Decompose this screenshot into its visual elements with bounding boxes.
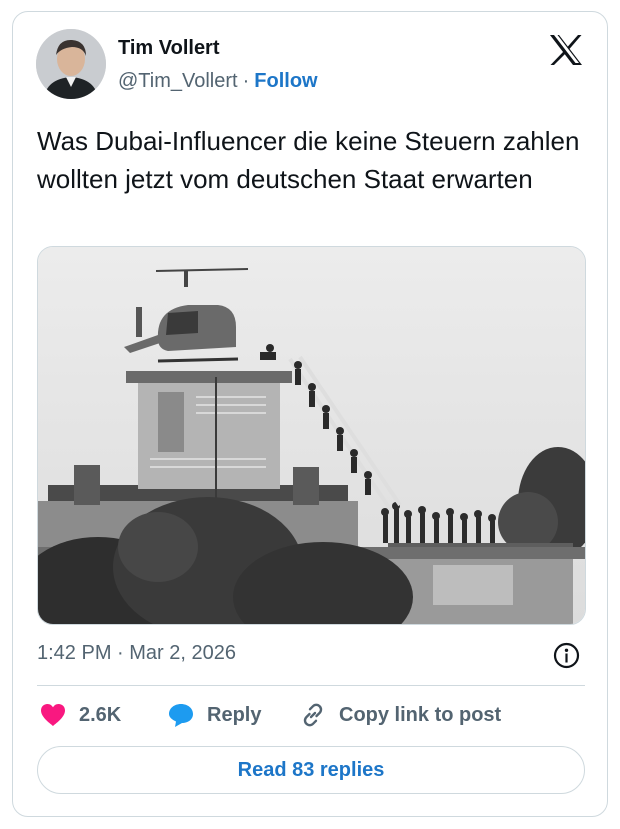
link-icon — [303, 703, 323, 727]
speech-bubble-icon — [169, 704, 193, 727]
tweet-card: Tim Vollert @Tim_Vollert · Follow Was Duba… — [12, 11, 608, 817]
tweet-text: Was Dubai-Influencer die keine Steuern z… — [37, 126, 580, 194]
divider — [37, 685, 585, 686]
heart-icon — [41, 704, 65, 726]
avatar[interactable] — [36, 29, 106, 99]
separator-dot: · — [242, 70, 250, 92]
tweet-photo[interactable] — [37, 246, 586, 625]
like-count: 2.6K — [79, 703, 122, 726]
copy-link-button[interactable]: Copy link to post — [299, 700, 501, 730]
reply-label: Reply — [207, 703, 262, 726]
info-icon[interactable] — [553, 642, 580, 669]
author-name[interactable]: Tim Vollert — [118, 37, 220, 60]
author-handle-row: @Tim_Vollert · Follow — [118, 70, 318, 93]
avatar-photo — [36, 29, 106, 99]
reply-button[interactable]: Reply — [167, 700, 261, 730]
tweet-timestamp[interactable]: 1:42 PM · Mar 2, 2026 — [37, 642, 236, 665]
author-handle[interactable]: @Tim_Vollert — [118, 70, 238, 92]
copy-link-label: Copy link to post — [339, 703, 502, 726]
read-replies-button[interactable]: Read 83 replies — [37, 746, 585, 794]
photo-image — [38, 247, 585, 624]
like-button[interactable]: 2.6K — [39, 700, 121, 730]
follow-button[interactable]: Follow — [254, 70, 317, 92]
x-logo-icon[interactable] — [549, 34, 583, 66]
